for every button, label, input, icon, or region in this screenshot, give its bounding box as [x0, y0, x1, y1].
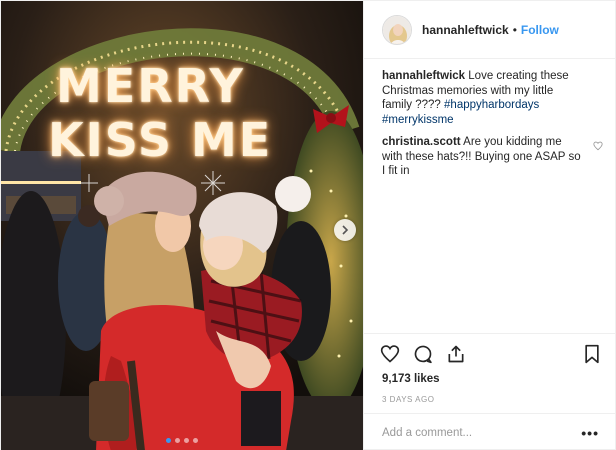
hashtag-link[interactable]: #merrykissme [382, 114, 454, 126]
header-separator: • [512, 22, 517, 37]
avatar-image [383, 15, 411, 44]
post-side-panel: hannahleftwick • Follow hannahleftwick L… [363, 1, 615, 450]
follow-button[interactable]: Follow [521, 23, 559, 37]
more-options-button[interactable]: ••• [581, 425, 599, 441]
comment-icon [414, 345, 432, 363]
heart-icon [593, 141, 603, 151]
bookmark-icon [585, 344, 599, 363]
share-button[interactable] [446, 344, 466, 364]
comment-button[interactable] [413, 344, 433, 364]
like-button[interactable] [380, 344, 400, 364]
chevron-right-icon [342, 225, 349, 235]
comment-item: christina.scott Are you kidding me with … [382, 135, 603, 179]
caption: hannahleftwick Love creating these Chris… [382, 69, 599, 127]
carousel-next-button[interactable] [334, 219, 356, 241]
comment-like-button[interactable] [593, 141, 603, 156]
caption-username[interactable]: hannahleftwick [382, 70, 465, 82]
add-comment-bar: ••• [364, 413, 615, 450]
post-date[interactable]: 3 DAYS AGO [364, 391, 615, 413]
save-button[interactable] [583, 344, 601, 364]
likes-count[interactable]: 9,173 likes [364, 373, 615, 391]
carousel-dots [1, 438, 363, 443]
carousel-dot[interactable] [166, 438, 171, 443]
caption-emoji: ???? [415, 99, 441, 111]
post-photo[interactable]: MERRY KISS ME [1, 1, 363, 450]
comment-username[interactable]: christina.scott [382, 136, 461, 148]
action-bar [364, 333, 615, 373]
post-header: hannahleftwick • Follow [364, 1, 615, 59]
carousel-dot[interactable] [193, 438, 198, 443]
avatar[interactable] [382, 14, 412, 45]
hashtag-link[interactable]: #happyharbordays [444, 99, 539, 111]
share-icon [448, 345, 464, 362]
instagram-post: MERRY KISS ME hannahleftwick • Follow ha… [0, 0, 616, 450]
carousel-dot[interactable] [184, 438, 189, 443]
header-username[interactable]: hannahleftwick [422, 23, 509, 37]
carousel-dot[interactable] [175, 438, 180, 443]
comments-list: hannahleftwick Love creating these Chris… [364, 59, 615, 333]
sign-kiss-me: KISS ME [48, 113, 273, 167]
add-comment-input[interactable] [382, 426, 582, 439]
heart-icon [380, 344, 400, 363]
sign-merry: MERRY [56, 59, 245, 113]
